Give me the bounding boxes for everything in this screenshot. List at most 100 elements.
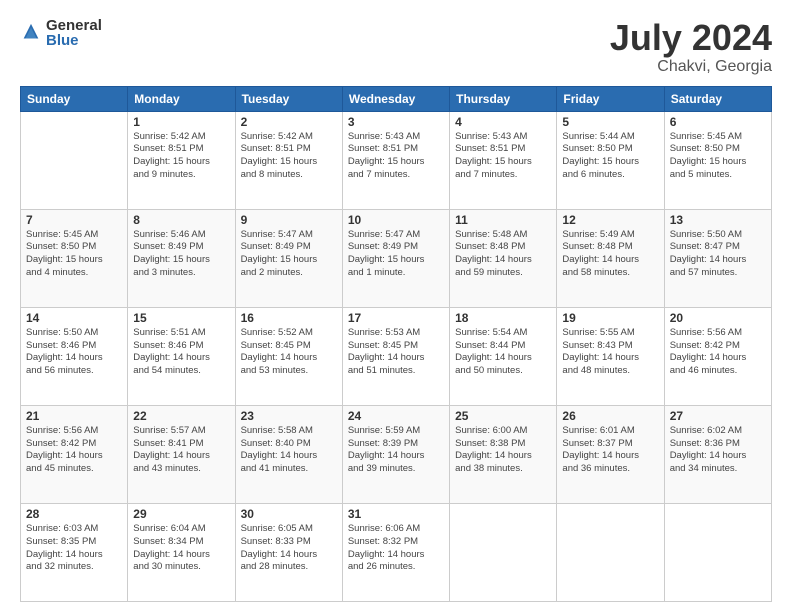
calendar-cell (21, 111, 128, 209)
weekday-header-thursday: Thursday (450, 86, 557, 111)
calendar-cell (557, 503, 664, 601)
day-number: 22 (133, 409, 229, 423)
calendar-cell: 3 Sunrise: 5:43 AM Sunset: 8:51 PM Daylig… (342, 111, 449, 209)
day-number: 30 (241, 507, 337, 521)
day-number: 19 (562, 311, 658, 325)
logo-icon (20, 22, 42, 44)
day-info: Sunrise: 5:57 AM Sunset: 8:41 PM Dayligh… (133, 425, 229, 476)
calendar-cell: 13 Sunrise: 5:50 AM Sunset: 8:47 PM Dayli… (664, 209, 771, 307)
day-number: 5 (562, 115, 658, 129)
calendar-cell: 21 Sunrise: 5:56 AM Sunset: 8:42 PM Dayli… (21, 405, 128, 503)
day-number: 24 (348, 409, 444, 423)
calendar-cell: 4 Sunrise: 5:43 AM Sunset: 8:51 PM Daylig… (450, 111, 557, 209)
calendar-header: SundayMondayTuesdayWednesdayThursdayFrid… (21, 86, 772, 111)
calendar-cell: 1 Sunrise: 5:42 AM Sunset: 8:51 PM Daylig… (128, 111, 235, 209)
day-info: Sunrise: 5:43 AM Sunset: 8:51 PM Dayligh… (455, 131, 551, 182)
calendar-week-4: 21 Sunrise: 5:56 AM Sunset: 8:42 PM Dayli… (21, 405, 772, 503)
day-info: Sunrise: 5:54 AM Sunset: 8:44 PM Dayligh… (455, 327, 551, 378)
calendar-week-2: 7 Sunrise: 5:45 AM Sunset: 8:50 PM Daylig… (21, 209, 772, 307)
day-info: Sunrise: 5:58 AM Sunset: 8:40 PM Dayligh… (241, 425, 337, 476)
calendar-week-5: 28 Sunrise: 6:03 AM Sunset: 8:35 PM Dayli… (21, 503, 772, 601)
day-number: 7 (26, 213, 122, 227)
day-info: Sunrise: 5:47 AM Sunset: 8:49 PM Dayligh… (241, 229, 337, 280)
day-number: 9 (241, 213, 337, 227)
logo-text: General Blue (46, 18, 102, 48)
calendar-cell: 15Sunrise: 5:51 AM Sunset: 8:46 PM Dayli… (128, 307, 235, 405)
day-number: 2 (241, 115, 337, 129)
calendar-cell: 23 Sunrise: 5:58 AM Sunset: 8:40 PM Dayli… (235, 405, 342, 503)
day-number: 12 (562, 213, 658, 227)
day-number: 4 (455, 115, 551, 129)
calendar-cell: 29Sunrise: 6:04 AM Sunset: 8:34 PM Dayli… (128, 503, 235, 601)
calendar-cell: 26 Sunrise: 6:01 AM Sunset: 8:37 PM Dayli… (557, 405, 664, 503)
day-info: Sunrise: 5:51 AM Sunset: 8:46 PM Dayligh… (133, 327, 229, 378)
day-number: 1 (133, 115, 229, 129)
calendar-cell: 28 Sunrise: 6:03 AM Sunset: 8:35 PM Dayli… (21, 503, 128, 601)
day-number: 8 (133, 213, 229, 227)
day-number: 28 (26, 507, 122, 521)
day-info: Sunrise: 5:46 AM Sunset: 8:49 PM Dayligh… (133, 229, 229, 280)
day-info: Sunrise: 6:05 AM Sunset: 8:33 PM Dayligh… (241, 523, 337, 574)
day-number: 17 (348, 311, 444, 325)
calendar-cell: 11 Sunrise: 5:48 AM Sunset: 8:48 PM Dayli… (450, 209, 557, 307)
day-number: 3 (348, 115, 444, 129)
weekday-header-friday: Friday (557, 86, 664, 111)
day-number: 21 (26, 409, 122, 423)
day-number: 14 (26, 311, 122, 325)
day-info: Sunrise: 5:59 AM Sunset: 8:39 PM Dayligh… (348, 425, 444, 476)
day-info: Sunrise: 5:45 AM Sunset: 8:50 PM Dayligh… (670, 131, 766, 182)
month-title: July 2024 (610, 18, 772, 58)
calendar-cell: 5 Sunrise: 5:44 AM Sunset: 8:50 PM Daylig… (557, 111, 664, 209)
day-info: Sunrise: 6:02 AM Sunset: 8:36 PM Dayligh… (670, 425, 766, 476)
day-info: Sunrise: 5:48 AM Sunset: 8:48 PM Dayligh… (455, 229, 551, 280)
day-info: Sunrise: 5:49 AM Sunset: 8:48 PM Dayligh… (562, 229, 658, 280)
calendar-table: SundayMondayTuesdayWednesdayThursdayFrid… (20, 86, 772, 602)
day-number: 23 (241, 409, 337, 423)
calendar-cell: 22 Sunrise: 5:57 AM Sunset: 8:41 PM Dayli… (128, 405, 235, 503)
day-info: Sunrise: 5:45 AM Sunset: 8:50 PM Dayligh… (26, 229, 122, 280)
day-info: Sunrise: 5:50 AM Sunset: 8:47 PM Dayligh… (670, 229, 766, 280)
calendar-cell: 20 Sunrise: 5:56 AM Sunset: 8:42 PM Dayli… (664, 307, 771, 405)
calendar-cell: 9 Sunrise: 5:47 AM Sunset: 8:49 PM Daylig… (235, 209, 342, 307)
calendar-cell: 24 Sunrise: 5:59 AM Sunset: 8:39 PM Dayli… (342, 405, 449, 503)
day-info: Sunrise: 5:56 AM Sunset: 8:42 PM Dayligh… (670, 327, 766, 378)
day-info: Sunrise: 5:56 AM Sunset: 8:42 PM Dayligh… (26, 425, 122, 476)
day-info: Sunrise: 6:03 AM Sunset: 8:35 PM Dayligh… (26, 523, 122, 574)
weekday-header-wednesday: Wednesday (342, 86, 449, 111)
day-info: Sunrise: 6:04 AM Sunset: 8:34 PM Dayligh… (133, 523, 229, 574)
header: General Blue July 2024 Chakvi, Georgia (20, 18, 772, 76)
day-info: Sunrise: 5:42 AM Sunset: 8:51 PM Dayligh… (241, 131, 337, 182)
calendar-cell: 10Sunrise: 5:47 AM Sunset: 8:49 PM Dayli… (342, 209, 449, 307)
day-number: 11 (455, 213, 551, 227)
calendar-body: 1 Sunrise: 5:42 AM Sunset: 8:51 PM Daylig… (21, 111, 772, 601)
calendar-cell (450, 503, 557, 601)
day-number: 27 (670, 409, 766, 423)
day-number: 10 (348, 213, 444, 227)
calendar-cell: 31Sunrise: 6:06 AM Sunset: 8:32 PM Dayli… (342, 503, 449, 601)
title-block: July 2024 Chakvi, Georgia (610, 18, 772, 76)
day-number: 16 (241, 311, 337, 325)
weekday-header-monday: Monday (128, 86, 235, 111)
logo: General Blue (20, 18, 102, 48)
weekday-header-sunday: Sunday (21, 86, 128, 111)
weekday-header-tuesday: Tuesday (235, 86, 342, 111)
day-number: 25 (455, 409, 551, 423)
day-info: Sunrise: 5:44 AM Sunset: 8:50 PM Dayligh… (562, 131, 658, 182)
day-number: 18 (455, 311, 551, 325)
calendar-cell: 18 Sunrise: 5:54 AM Sunset: 8:44 PM Dayli… (450, 307, 557, 405)
day-info: Sunrise: 5:42 AM Sunset: 8:51 PM Dayligh… (133, 131, 229, 182)
day-number: 26 (562, 409, 658, 423)
calendar-cell: 6 Sunrise: 5:45 AM Sunset: 8:50 PM Daylig… (664, 111, 771, 209)
day-info: Sunrise: 6:01 AM Sunset: 8:37 PM Dayligh… (562, 425, 658, 476)
location-title: Chakvi, Georgia (610, 58, 772, 76)
weekday-header-row: SundayMondayTuesdayWednesdayThursdayFrid… (21, 86, 772, 111)
day-number: 13 (670, 213, 766, 227)
day-info: Sunrise: 5:43 AM Sunset: 8:51 PM Dayligh… (348, 131, 444, 182)
day-number: 20 (670, 311, 766, 325)
calendar-cell: 7 Sunrise: 5:45 AM Sunset: 8:50 PM Daylig… (21, 209, 128, 307)
page: General Blue July 2024 Chakvi, Georgia S… (0, 0, 792, 612)
calendar-cell: 17Sunrise: 5:53 AM Sunset: 8:45 PM Dayli… (342, 307, 449, 405)
day-number: 6 (670, 115, 766, 129)
calendar-cell: 19Sunrise: 5:55 AM Sunset: 8:43 PM Dayli… (557, 307, 664, 405)
day-info: Sunrise: 6:00 AM Sunset: 8:38 PM Dayligh… (455, 425, 551, 476)
